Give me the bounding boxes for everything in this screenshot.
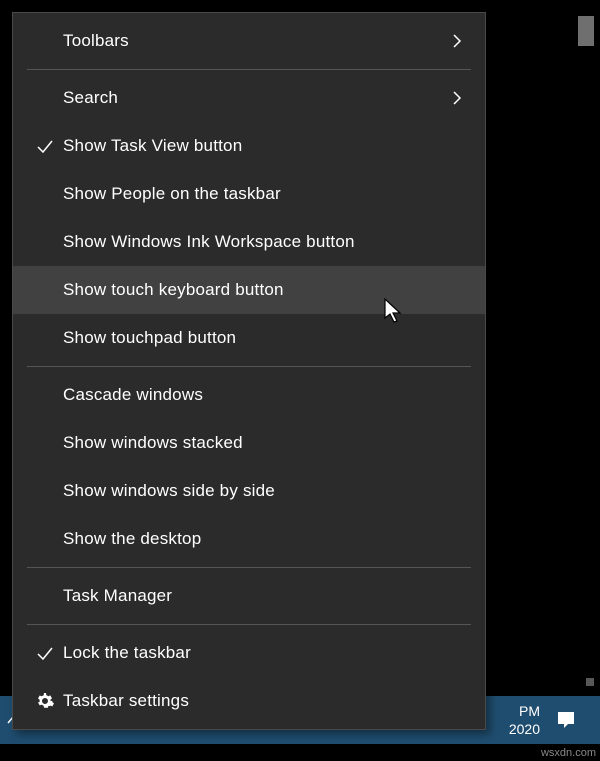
menu-separator (27, 567, 471, 568)
menu-separator (27, 624, 471, 625)
icon-slot (27, 137, 63, 155)
clock[interactable]: PM 2020 (509, 696, 540, 744)
menu-item-side-by-side[interactable]: Show windows side by side (13, 467, 485, 515)
menu-item-label: Toolbars (63, 31, 447, 51)
menu-item-label: Show Windows Ink Workspace button (63, 232, 447, 252)
taskbar-context-menu: Toolbars Search Show Task View button Sh… (12, 12, 486, 730)
menu-item-label: Cascade windows (63, 385, 447, 405)
scrollbar-thumb[interactable] (586, 678, 594, 686)
menu-separator (27, 366, 471, 367)
menu-item-label: Show the desktop (63, 529, 447, 549)
menu-item-label: Search (63, 88, 447, 108)
menu-item-search[interactable]: Search (13, 74, 485, 122)
check-icon (36, 644, 54, 662)
watermark: wsxdn.com (541, 747, 596, 759)
submenu-indicator (447, 89, 467, 107)
action-center-button[interactable] (546, 696, 586, 744)
menu-item-show-people[interactable]: Show People on the taskbar (13, 170, 485, 218)
menu-item-show-ink[interactable]: Show Windows Ink Workspace button (13, 218, 485, 266)
submenu-indicator (447, 32, 467, 50)
menu-item-label: Show windows side by side (63, 481, 447, 501)
scrollbar-thumb[interactable] (578, 16, 594, 46)
menu-item-show-desktop[interactable]: Show the desktop (13, 515, 485, 563)
menu-item-label: Show Task View button (63, 136, 447, 156)
menu-item-stacked[interactable]: Show windows stacked (13, 419, 485, 467)
menu-item-show-touchpad[interactable]: Show touchpad button (13, 314, 485, 362)
menu-item-label: Taskbar settings (63, 691, 447, 711)
icon-slot (27, 692, 63, 710)
menu-item-label: Show People on the taskbar (63, 184, 447, 204)
clock-date: 2020 (509, 720, 540, 738)
check-icon (36, 137, 54, 155)
menu-item-label: Task Manager (63, 586, 447, 606)
gear-icon (36, 692, 54, 710)
menu-item-taskbar-settings[interactable]: Taskbar settings (13, 677, 485, 725)
chevron-right-icon (451, 32, 463, 50)
chevron-right-icon (451, 89, 463, 107)
menu-item-label: Show touchpad button (63, 328, 447, 348)
menu-item-toolbars[interactable]: Toolbars (13, 17, 485, 65)
menu-separator (27, 69, 471, 70)
menu-item-label: Show touch keyboard button (63, 280, 447, 300)
notification-icon (556, 710, 576, 730)
clock-time: PM (519, 702, 540, 720)
menu-item-task-manager[interactable]: Task Manager (13, 572, 485, 620)
menu-item-show-task-view[interactable]: Show Task View button (13, 122, 485, 170)
icon-slot (27, 644, 63, 662)
menu-item-label: Show windows stacked (63, 433, 447, 453)
menu-item-cascade[interactable]: Cascade windows (13, 371, 485, 419)
menu-item-lock-taskbar[interactable]: Lock the taskbar (13, 629, 485, 677)
menu-item-show-touch-keyboard[interactable]: Show touch keyboard button (13, 266, 485, 314)
menu-item-label: Lock the taskbar (63, 643, 447, 663)
